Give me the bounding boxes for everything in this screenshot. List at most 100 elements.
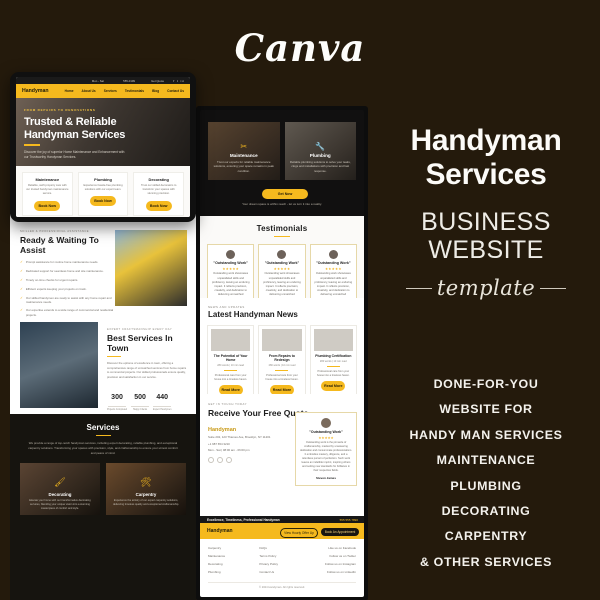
- nav-items: Home About Us Services Testimonials Blog…: [65, 89, 184, 93]
- footer-link[interactable]: Follow us on Twitter: [311, 554, 356, 558]
- star-rating: ★★★★★: [273, 266, 291, 271]
- footer-link[interactable]: FAQs: [259, 546, 304, 550]
- book-now-button[interactable]: Book Now: [90, 196, 116, 207]
- nav-item-about[interactable]: About Us: [82, 89, 96, 93]
- check-icon: ✓: [20, 260, 23, 264]
- best-services-eyebrow: EXPERT CRAFTSMANSHIP EVERY DAY: [107, 328, 173, 331]
- services-list: DONE-FOR-YOU WEBSITE FOR HANDY MAN SERVI…: [372, 377, 600, 569]
- footer-column-social: Like us on Facebook Follow us on Twitter…: [311, 546, 356, 578]
- topbar-item: Mon - Sat: [91, 78, 104, 83]
- feature-card-body: Trust our experts for reliable maintenan…: [213, 160, 274, 173]
- service-card-decorating[interactable]: 🖌 Decorating Elevate your home with our …: [20, 462, 100, 515]
- assist-heading: Ready & Waiting To Assist: [20, 235, 99, 255]
- book-now-button[interactable]: Book Now: [145, 200, 172, 211]
- desktop-mockup: ✂ Maintenance Trust our experts for reli…: [196, 106, 368, 600]
- footer-primary-button[interactable]: View Hourly Offer Up: [280, 527, 318, 538]
- divider: [224, 370, 238, 372]
- service-card-body: Experience hassle-free plumbing solution…: [83, 184, 123, 192]
- product-subtitle-line2: WEBSITE: [428, 236, 544, 265]
- footer-secondary-button[interactable]: Book An Appointment: [321, 527, 359, 537]
- get-now-button[interactable]: Get Now: [262, 189, 308, 199]
- news-title: Plumbing Certification: [315, 354, 352, 358]
- news-card[interactable]: Plumbing Certification 280 words | 10 mi…: [309, 325, 357, 400]
- footer-cta-bar: Handyman View Hourly Offer Up Book An Ap…: [200, 523, 364, 539]
- navbar: Handyman Home About Us Services Testimon…: [16, 84, 190, 98]
- checklist-item: ✓ Timely on-time checks for urgent repair…: [20, 277, 79, 282]
- linkedin-icon[interactable]: [226, 457, 232, 464]
- footer-link[interactable]: Follow us on Instagram: [311, 562, 356, 566]
- feature-card[interactable]: 🔧 Plumbing Reliable plumbing solutions t…: [284, 122, 356, 180]
- book-now-button[interactable]: Book Now: [34, 200, 61, 211]
- divider: [275, 370, 289, 372]
- service-card-maintenance[interactable]: Maintenance Reliable, swift property car…: [22, 172, 73, 216]
- news-card[interactable]: From Repairs to Redesign 280 words | 10 …: [258, 325, 306, 400]
- footer-link[interactable]: Follow us on LinkedIn: [311, 570, 356, 574]
- nav-item-blog[interactable]: Blog: [152, 89, 159, 93]
- assist-image: [115, 230, 187, 306]
- stat-item: 300 Projects Completed: [107, 386, 127, 411]
- nav-item-contact[interactable]: Contact Us: [167, 89, 184, 93]
- best-services-body: Discover the epitome of excellence in to…: [107, 361, 187, 379]
- service-card-carpentry[interactable]: 🛠 Carpentry Experience the artistry of o…: [106, 462, 186, 515]
- footer-link[interactable]: Contact Us: [259, 570, 304, 574]
- news-section: NEWS AND UPDATES Latest Handyman News Th…: [200, 298, 364, 400]
- mockup-stage: ✂ Maintenance Trust our experts for reli…: [0, 72, 372, 600]
- footer-link[interactable]: Maintenance: [208, 554, 253, 558]
- testimonials-heading: Testimonials: [256, 224, 308, 233]
- stat-item: 440 Expert Handymen: [153, 386, 171, 411]
- services-body: We provide a range of top-notch handyman…: [28, 441, 178, 455]
- footer-topbar: Excellence, Timeliness, Professional Han…: [200, 516, 364, 523]
- site-logo[interactable]: Handyman: [22, 88, 49, 94]
- news-image: [211, 329, 251, 351]
- left-page-scroll: SKILLED & PROFESSIONAL ASSISTANCE Ready …: [10, 214, 196, 600]
- services-dark-section: Services We provide a range of top-notch…: [10, 414, 196, 600]
- avatar: [226, 250, 236, 260]
- instagram-icon[interactable]: [217, 457, 223, 464]
- avatar: [328, 250, 338, 260]
- desktop-screen: ✂ Maintenance Trust our experts for reli…: [200, 110, 364, 597]
- service-card-title: Plumbing: [94, 177, 112, 182]
- footer-brand: Handyman: [207, 528, 233, 534]
- footer-phone[interactable]: 555 555 7890: [340, 518, 358, 522]
- news-image: [313, 329, 353, 351]
- services-list-item: HANDY MAN SERVICES: [409, 427, 563, 442]
- rule-left: [405, 287, 432, 289]
- cta-note: Your dream space is within reach - let u…: [242, 202, 322, 206]
- tablet-screen: Mon - Sat 555-0199 Get Quote f t in Hand…: [16, 77, 190, 217]
- footer-link[interactable]: Like us on Facebook: [311, 546, 356, 550]
- news-card[interactable]: The Potential of Your Home 280 words | 1…: [207, 325, 255, 400]
- nav-item-services[interactable]: Services: [104, 89, 117, 93]
- facebook-icon[interactable]: [208, 457, 214, 464]
- footer-link[interactable]: Plumbing: [208, 570, 253, 574]
- feature-card-body: Reliable plumbing solutions to solve you…: [289, 160, 351, 173]
- canva-logo: Canva: [234, 26, 366, 70]
- best-services-section: EXPERT CRAFTSMANSHIP EVERY DAY Best Serv…: [10, 320, 196, 414]
- topbar: Mon - Sat 555-0199 Get Quote f t in: [16, 77, 190, 84]
- footer-link[interactable]: Privacy Policy: [259, 562, 304, 566]
- check-icon: ✓: [20, 295, 23, 300]
- service-card-decorating[interactable]: Decorating Trust our skilled decorators …: [133, 172, 185, 216]
- service-card-plumbing[interactable]: Plumbing Experience hassle-free plumbing…: [77, 172, 129, 216]
- checklist-item: ✓ Prompt assistance for routine home main…: [20, 260, 99, 264]
- services-list-item: DONE-FOR-YOU: [433, 377, 539, 391]
- feature-card[interactable]: ✂ Maintenance Trust our experts for reli…: [208, 122, 280, 180]
- news-image: [262, 329, 302, 351]
- nav-item-home[interactable]: Home: [65, 89, 74, 93]
- topbar-item[interactable]: 555-0199: [123, 79, 135, 83]
- stat-rule: [108, 406, 127, 407]
- footer-link[interactable]: Terms Policy: [259, 554, 304, 558]
- service-card-title: Decorating: [148, 177, 169, 182]
- topbar-item[interactable]: Get Quote: [151, 79, 164, 83]
- news-meta: 280 words | 10 min read: [217, 364, 245, 368]
- footer: Excellence, Timeliness, Professional Han…: [200, 516, 364, 597]
- read-more-button[interactable]: Read More: [321, 380, 346, 391]
- testimonial-quote: "Outstanding Work": [213, 261, 248, 266]
- footer-link[interactable]: Decorating: [208, 562, 253, 566]
- services-list-item: & OTHER SERVICES: [419, 554, 553, 569]
- stat-label: Expert Handymen: [153, 408, 172, 411]
- nav-item-testimonials[interactable]: Testimonials: [125, 89, 144, 93]
- social-icons[interactable]: f t in: [173, 79, 185, 83]
- star-rating: ★★★★★: [318, 435, 334, 440]
- star-rating: ★★★★★: [222, 266, 240, 271]
- footer-link[interactable]: Carpentry: [208, 546, 253, 550]
